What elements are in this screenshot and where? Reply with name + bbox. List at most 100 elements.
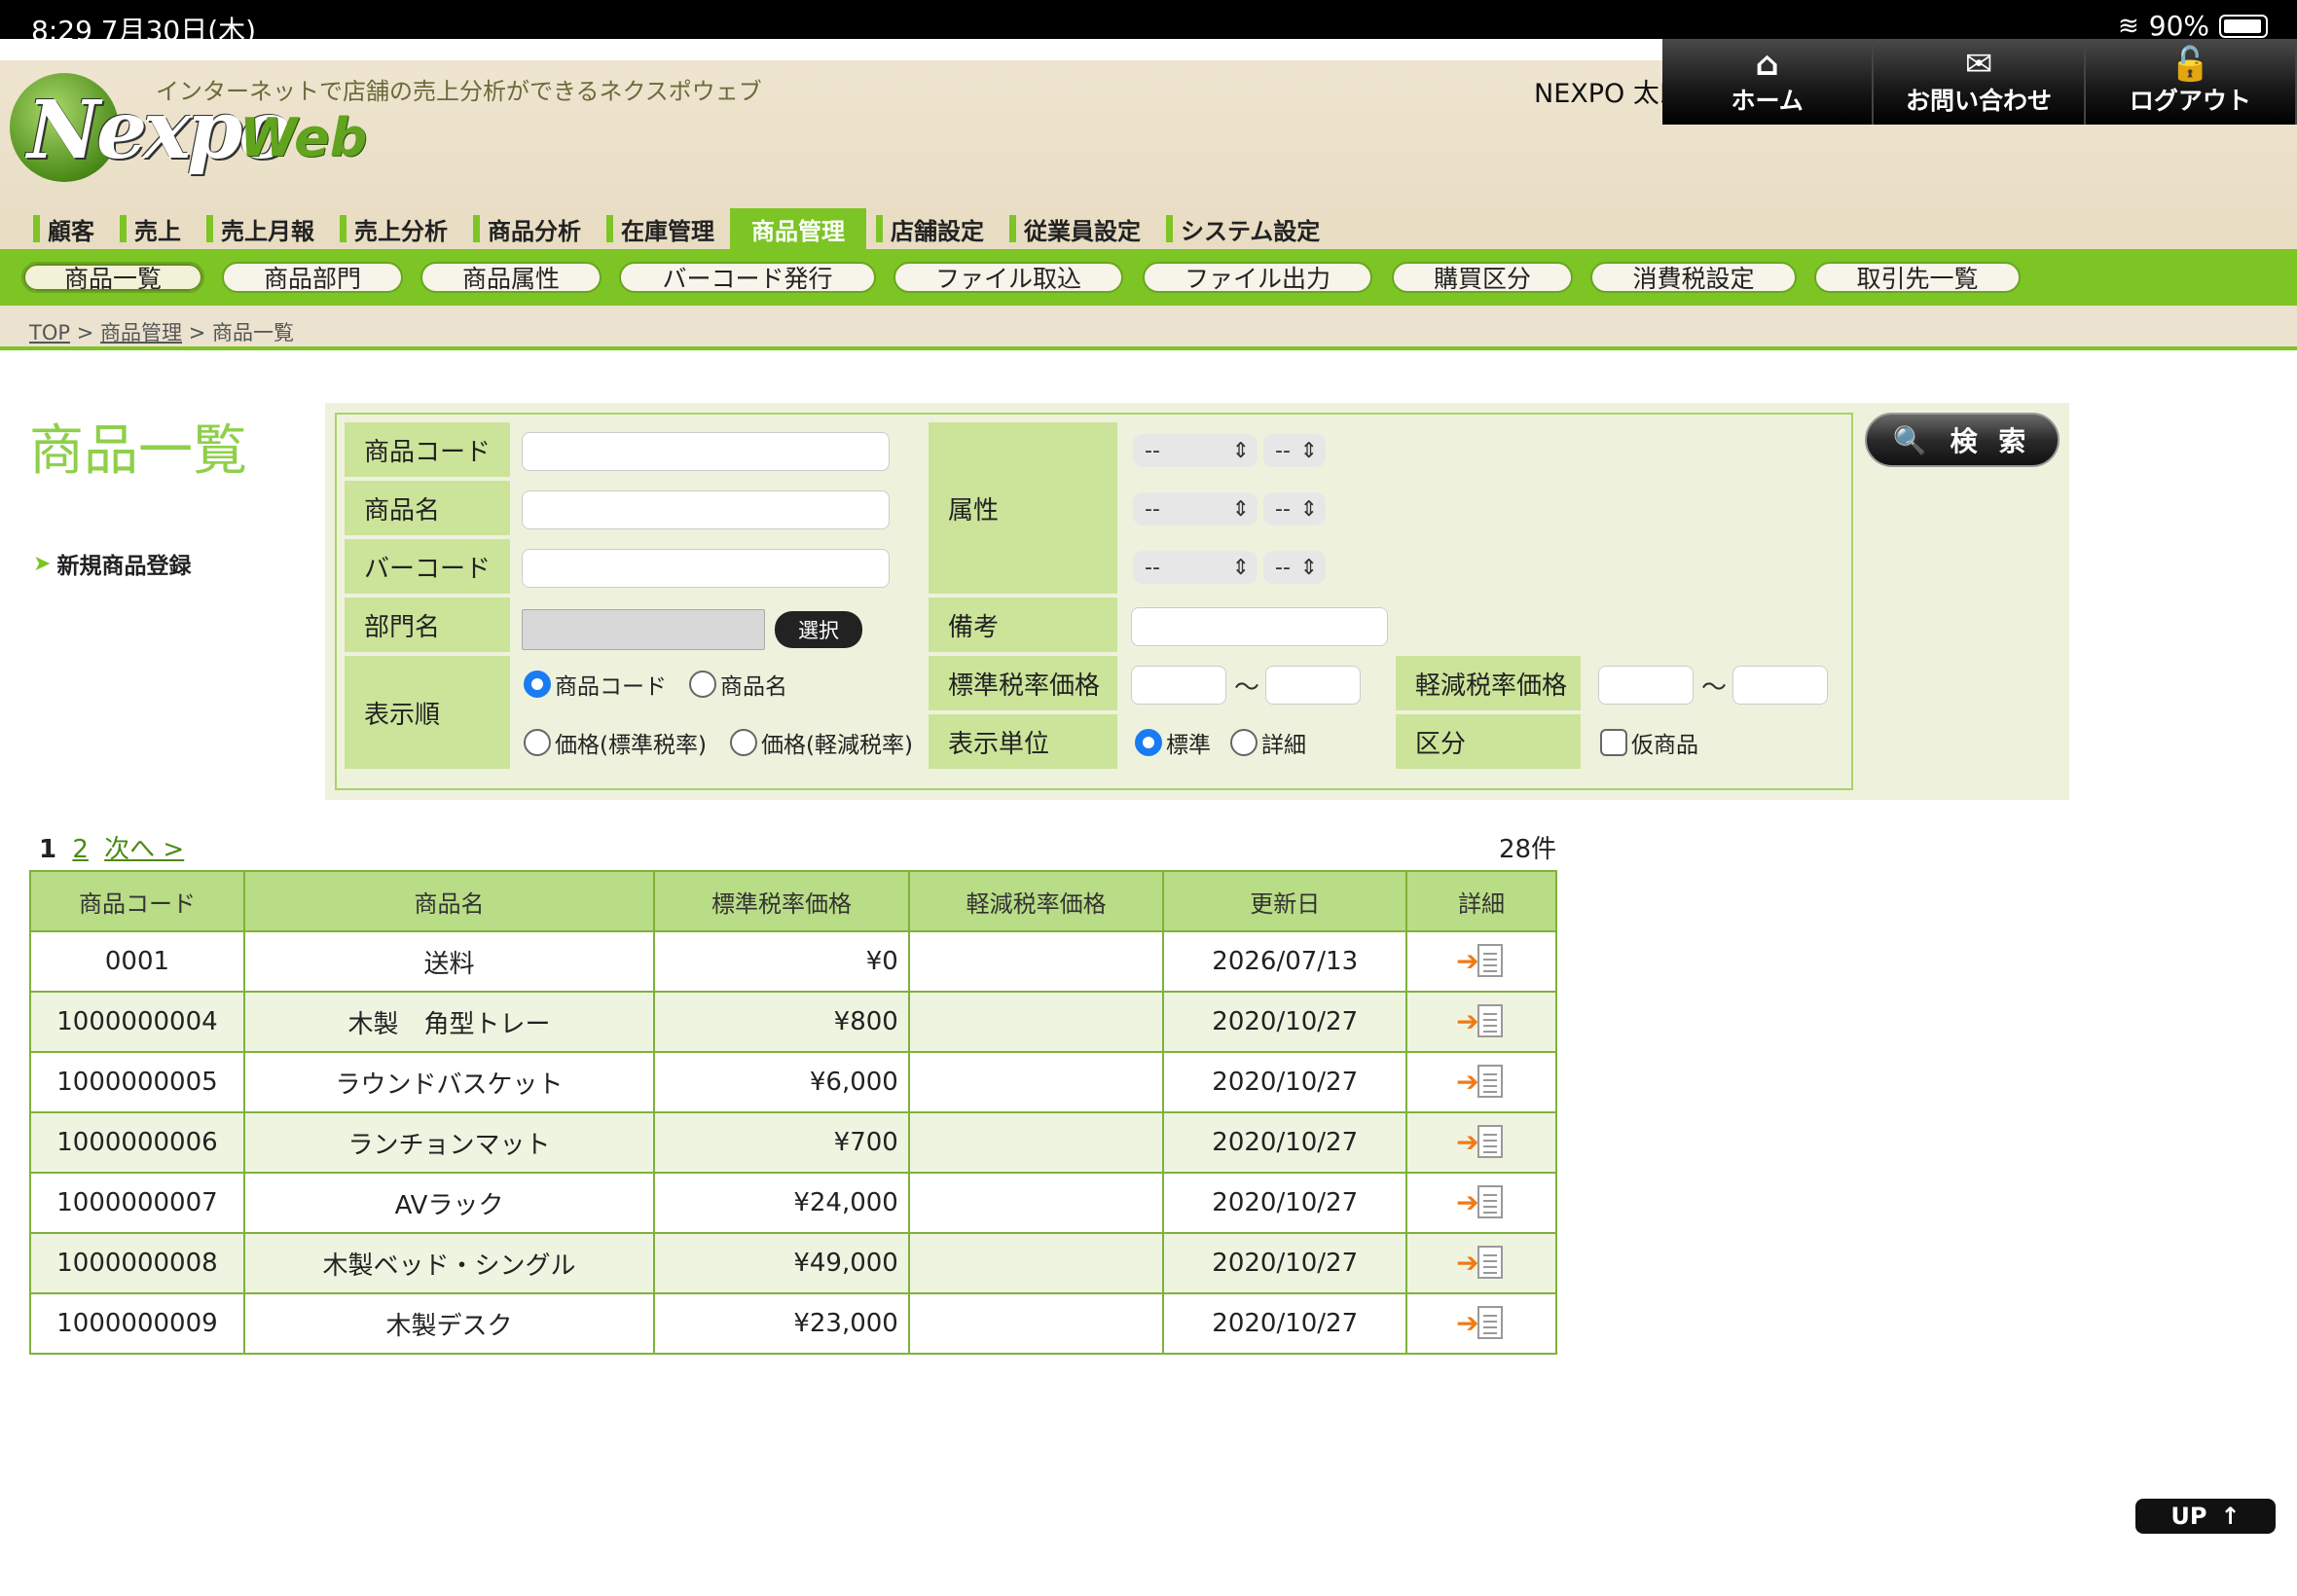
new-product-link[interactable]: ➤ 新規商品登録	[33, 547, 191, 580]
home-button[interactable]: ⌂ ホーム	[1662, 39, 1875, 125]
detail-icon[interactable]: ➔	[1456, 1306, 1507, 1341]
tab-inventory[interactable]: 在庫管理	[597, 208, 730, 249]
sort-reduced-price-radio[interactable]: 価格(軽減税率)	[730, 726, 913, 759]
sort-std-price-radio[interactable]: 価格(標準税率)	[524, 726, 707, 759]
tab-customer[interactable]: 顧客	[23, 208, 110, 249]
tab-sales[interactable]: 売上	[110, 208, 197, 249]
attr3-sub-select[interactable]: -- ⇕	[1263, 551, 1326, 584]
radio-checked-icon	[524, 671, 551, 698]
result-count: 28件	[1499, 835, 1557, 864]
breadcrumb-sep: >	[188, 321, 206, 345]
reduced-price-max-input[interactable]	[1732, 666, 1828, 705]
sub-nav: 商品一覧 商品部門 商品属性 バーコード発行 ファイル取込 ファイル出力 購買区…	[0, 249, 2297, 306]
tab-label: 売上月報	[221, 217, 314, 245]
reduced-price-min-input[interactable]	[1598, 666, 1694, 705]
name-input[interactable]	[522, 490, 890, 529]
detail-icon[interactable]: ➔	[1456, 1246, 1507, 1281]
std-price-min-input[interactable]	[1131, 666, 1226, 705]
attr3-select[interactable]: -- ⇕	[1133, 551, 1258, 584]
subnav-purchase-class[interactable]: 購買区分	[1392, 262, 1573, 293]
tab-product-management[interactable]: 商品管理	[730, 208, 866, 249]
sort-name-radio[interactable]: 商品名	[689, 668, 787, 701]
subnav-file-export[interactable]: ファイル出力	[1143, 262, 1372, 293]
cell-reduced-price	[907, 1172, 1165, 1234]
table-header-row: 商品コード 商品名 標準税率価格 軽減税率価格 更新日 詳細	[29, 870, 1557, 932]
code-input[interactable]	[522, 432, 890, 471]
wifi-icon: ≋	[2117, 11, 2139, 41]
contact-button[interactable]: ✉ お問い合わせ	[1874, 39, 2086, 125]
cell-name: 木製デスク	[242, 1292, 656, 1355]
cell-date: 2020/10/27	[1162, 1051, 1408, 1113]
detail-icon[interactable]: ➔	[1456, 1065, 1507, 1100]
magnifier-icon: 🔍	[1892, 423, 1933, 456]
breadcrumb-top[interactable]: TOP	[29, 321, 70, 345]
search-panel: 商品コード 商品名 バーコード 部門名 表示順 選択 商品コード 商品名 価格(…	[325, 403, 2069, 800]
name-label: 商品名	[345, 481, 510, 535]
subnav-product-list[interactable]: 商品一覧	[21, 262, 204, 293]
updown-icon: ⇕	[1299, 438, 1318, 463]
subnav-suppliers[interactable]: 取引先一覧	[1814, 262, 2021, 293]
subnav-tax-settings[interactable]: 消費税設定	[1590, 262, 1797, 293]
search-button[interactable]: 🔍 検 索	[1865, 413, 2060, 467]
unit-standard-radio[interactable]: 標準	[1135, 726, 1211, 759]
range-tilde: 〜	[1701, 673, 1728, 703]
breadcrumb-current: 商品一覧	[212, 321, 294, 345]
attr1-select[interactable]: -- ⇕	[1133, 434, 1258, 467]
cell-std-price: ¥24,000	[653, 1172, 910, 1234]
cell-name: AVラック	[242, 1172, 656, 1234]
cell-std-price: ¥23,000	[653, 1292, 910, 1355]
tab-monthly-sales[interactable]: 売上月報	[197, 208, 330, 249]
subnav-product-dept[interactable]: 商品部門	[222, 262, 403, 293]
detail-icon[interactable]: ➔	[1456, 944, 1507, 979]
cell-reduced-price	[907, 1051, 1165, 1113]
attr2-sub-select[interactable]: -- ⇕	[1263, 492, 1326, 526]
detail-icon[interactable]: ➔	[1456, 1004, 1507, 1039]
cell-std-price: ¥700	[653, 1111, 910, 1174]
std-price-max-input[interactable]	[1265, 666, 1361, 705]
next-page-link[interactable]: 次へ >	[104, 835, 184, 864]
radio-icon	[524, 729, 551, 756]
cell-detail: ➔	[1405, 1172, 1557, 1234]
sort-code-radio[interactable]: 商品コード	[524, 668, 667, 701]
barcode-input[interactable]	[522, 549, 890, 588]
radio-icon	[730, 729, 757, 756]
scroll-up-button[interactable]: UP ↑	[2135, 1499, 2276, 1534]
subnav-product-attr[interactable]: 商品属性	[420, 262, 602, 293]
breadcrumb-section[interactable]: 商品管理	[100, 321, 182, 345]
tagline: インターネットで店舗の売上分析ができるネクスポウェブ	[156, 78, 762, 105]
cell-name: 木製 角型トレー	[242, 991, 656, 1053]
cell-date: 2020/10/27	[1162, 1232, 1408, 1294]
cell-std-price: ¥49,000	[653, 1232, 910, 1294]
logout-button[interactable]: 🔓 ログアウト	[2085, 39, 2297, 125]
subnav-file-import[interactable]: ファイル取込	[893, 262, 1123, 293]
dept-select-button[interactable]: 選択	[775, 611, 862, 648]
tab-system-settings[interactable]: システム設定	[1156, 208, 1335, 249]
tab-product-analysis[interactable]: 商品分析	[463, 208, 597, 249]
provisional-checkbox[interactable]: 仮商品	[1600, 726, 1698, 759]
cell-reduced-price	[907, 1232, 1165, 1294]
attr2-select[interactable]: -- ⇕	[1133, 492, 1258, 526]
cell-std-price: ¥800	[653, 991, 910, 1053]
subnav-barcode[interactable]: バーコード発行	[619, 262, 876, 293]
top-buttons: ⌂ ホーム ✉ お問い合わせ 🔓 ログアウト	[1662, 39, 2297, 125]
note-input[interactable]	[1131, 607, 1388, 646]
tab-employee-settings[interactable]: 従業員設定	[1000, 208, 1156, 249]
battery-percent: 90%	[2148, 10, 2209, 42]
unit-detail-radio[interactable]: 詳細	[1230, 726, 1306, 759]
attr1-sub-select[interactable]: -- ⇕	[1263, 434, 1326, 467]
page-2-link[interactable]: 2	[72, 835, 89, 864]
cell-date: 2020/10/27	[1162, 1172, 1408, 1234]
arrow-up-icon: ↑	[2220, 1503, 2241, 1530]
dept-field[interactable]	[522, 609, 765, 650]
tab-store-settings[interactable]: 店舗設定	[866, 208, 1000, 249]
col-std-price: 標準税率価格	[653, 870, 910, 932]
tab-label: 店舗設定	[891, 217, 984, 245]
cell-detail: ➔	[1405, 1292, 1557, 1355]
detail-icon[interactable]: ➔	[1456, 1125, 1507, 1160]
header-strip	[0, 39, 1664, 60]
detail-icon[interactable]: ➔	[1456, 1185, 1507, 1220]
tab-sales-analysis[interactable]: 売上分析	[330, 208, 463, 249]
cell-code: 1000000007	[29, 1172, 245, 1234]
category-label: 区分	[1396, 714, 1581, 769]
std-price-label: 標準税率価格	[929, 656, 1117, 710]
